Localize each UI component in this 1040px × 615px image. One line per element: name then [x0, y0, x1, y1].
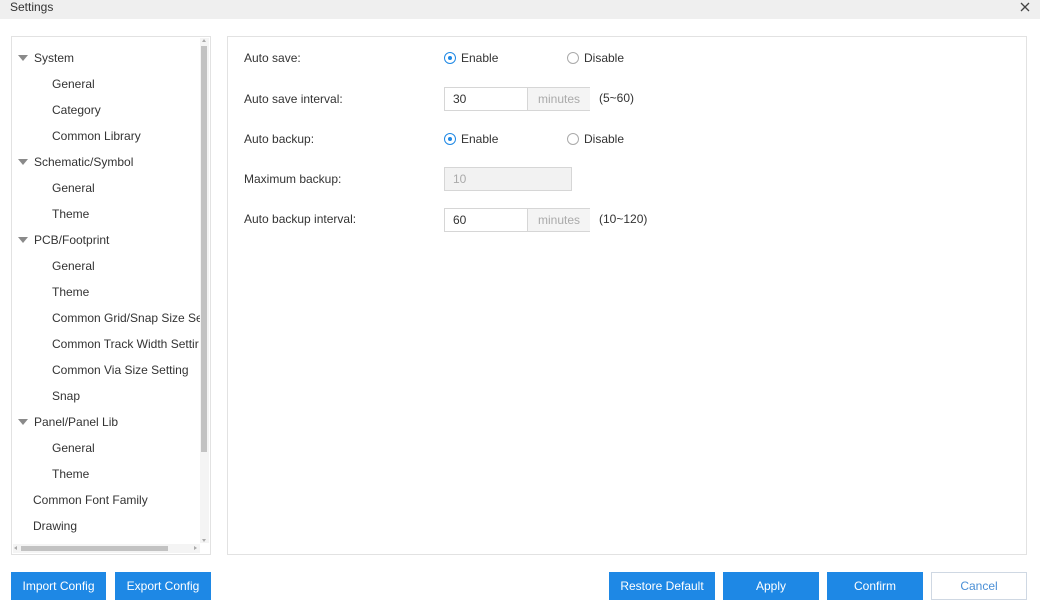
tree-item-general[interactable]: General	[12, 175, 201, 201]
tree-list: System General Category Common Library Schem…	[12, 45, 201, 539]
auto-save-label: Auto save:	[244, 51, 301, 65]
tree-item-label: Drawing	[33, 519, 78, 533]
tree-item-label: Theme	[52, 285, 90, 299]
settings-tree: System General Category Common Library Schem…	[11, 36, 211, 555]
tree-item-general[interactable]: General	[12, 435, 201, 461]
auto-backup-disable-radio[interactable]: Disable	[567, 132, 624, 146]
caret-down-icon[interactable]	[18, 419, 28, 425]
radio-checked-icon	[444, 52, 456, 64]
auto-backup-interval-input[interactable]	[445, 209, 527, 231]
radio-label: Disable	[584, 132, 625, 146]
auto-backup-enable-radio[interactable]: Enable	[444, 132, 498, 146]
tree-item-label: Common Library	[52, 129, 141, 143]
tree-item-label: Panel/Panel Lib	[34, 415, 119, 429]
tree-item-label: Schematic/Symbol	[34, 155, 134, 169]
tree-item-common-via-size-setting[interactable]: Common Via Size Setting	[12, 357, 201, 383]
import-config-button[interactable]: Import Config	[11, 572, 106, 600]
minutes-unit: minutes	[527, 88, 590, 110]
auto-save-enable-radio[interactable]: Enable	[444, 51, 498, 65]
tree-item-category[interactable]: Category	[12, 97, 201, 123]
tree-item-label: General	[52, 441, 95, 455]
close-icon[interactable]	[1018, 0, 1032, 14]
tree-item-label: PCB/Footprint	[34, 233, 110, 247]
auto-save-interval-label: Auto save interval:	[244, 92, 343, 106]
settings-content: Auto save: Enable Disable Auto save inte…	[227, 36, 1027, 555]
tree-item-label: Common Font Family	[33, 493, 148, 507]
auto-backup-interval-field: minutes	[444, 208, 590, 232]
auto-backup-label: Auto backup:	[244, 132, 315, 146]
auto-save-interval-range: (5~60)	[599, 91, 635, 105]
auto-save-interval-field: minutes	[444, 87, 590, 111]
tree-item-label: General	[52, 77, 95, 91]
cancel-button[interactable]: Cancel	[931, 572, 1027, 600]
scroll-right-arrow-icon[interactable]	[194, 546, 197, 550]
window-title: Settings	[10, 0, 54, 14]
horizontal-scroll-thumb[interactable]	[21, 546, 168, 551]
tree-item-label: General	[52, 181, 95, 195]
maximum-backup-field	[444, 167, 572, 191]
radio-label: Disable	[584, 51, 625, 65]
tree-item-common-library[interactable]: Common Library	[12, 123, 201, 149]
radio-label: Enable	[461, 132, 499, 146]
auto-backup-interval-range: (10~120)	[599, 212, 648, 226]
auto-save-disable-radio[interactable]: Disable	[567, 51, 624, 65]
tree-item-theme[interactable]: Theme	[12, 279, 201, 305]
tree-item-label: Category	[52, 103, 101, 117]
tree-horizontal-scrollbar[interactable]	[13, 544, 200, 553]
tree-item-system[interactable]: System	[12, 45, 201, 71]
tree-item-general[interactable]: General	[12, 71, 201, 97]
export-config-button[interactable]: Export Config	[115, 572, 211, 600]
tree-item-label: General	[52, 259, 95, 273]
tree-item-snap[interactable]: Snap	[12, 383, 201, 409]
tree-item-label: Theme	[52, 467, 90, 481]
tree-item-panel-panel-lib[interactable]: Panel/Panel Lib	[12, 409, 201, 435]
title-bar: Settings	[0, 0, 1040, 19]
radio-unchecked-icon	[567, 52, 579, 64]
tree-item-schematic-symbol[interactable]: Schematic/Symbol	[12, 149, 201, 175]
tree-item-general[interactable]: General	[12, 253, 201, 279]
tree-item-common-font-family[interactable]: Common Font Family	[12, 487, 201, 513]
caret-down-icon[interactable]	[18, 237, 28, 243]
confirm-button[interactable]: Confirm	[827, 572, 923, 600]
tree-item-common-grid-snap-size-se[interactable]: Common Grid/Snap Size Se	[12, 305, 201, 331]
tree-item-pcb-footprint[interactable]: PCB/Footprint	[12, 227, 201, 253]
maximum-backup-input	[445, 168, 571, 190]
tree-item-theme[interactable]: Theme	[12, 461, 201, 487]
tree-item-label: Common Grid/Snap Size Se	[52, 311, 201, 325]
tree-item-theme[interactable]: Theme	[12, 201, 201, 227]
radio-unchecked-icon	[567, 133, 579, 145]
caret-down-icon[interactable]	[18, 55, 28, 61]
tree-vertical-scrollbar[interactable]	[200, 38, 209, 543]
minutes-unit: minutes	[527, 209, 590, 231]
apply-button[interactable]: Apply	[723, 572, 819, 600]
restore-default-button[interactable]: Restore Default	[609, 572, 715, 600]
tree-item-label: Common Track Width Settir	[52, 337, 199, 351]
tree-item-label: Theme	[52, 207, 90, 221]
scroll-up-arrow-icon[interactable]	[202, 39, 206, 42]
scroll-down-arrow-icon[interactable]	[202, 539, 206, 542]
tree-item-common-track-width-settir[interactable]: Common Track Width Settir	[12, 331, 201, 357]
radio-checked-icon	[444, 133, 456, 145]
tree-item-drawing[interactable]: Drawing	[12, 513, 201, 539]
vertical-scroll-thumb[interactable]	[201, 46, 207, 452]
tree-item-label: Snap	[52, 389, 81, 403]
tree-item-label: Common Via Size Setting	[52, 363, 189, 377]
auto-backup-interval-label: Auto backup interval:	[244, 212, 357, 226]
auto-save-interval-input[interactable]	[445, 88, 527, 110]
maximum-backup-label: Maximum backup:	[244, 172, 342, 186]
tree-item-label: System	[34, 51, 75, 65]
radio-label: Enable	[461, 51, 499, 65]
scroll-left-arrow-icon[interactable]	[14, 546, 17, 550]
caret-down-icon[interactable]	[18, 159, 28, 165]
